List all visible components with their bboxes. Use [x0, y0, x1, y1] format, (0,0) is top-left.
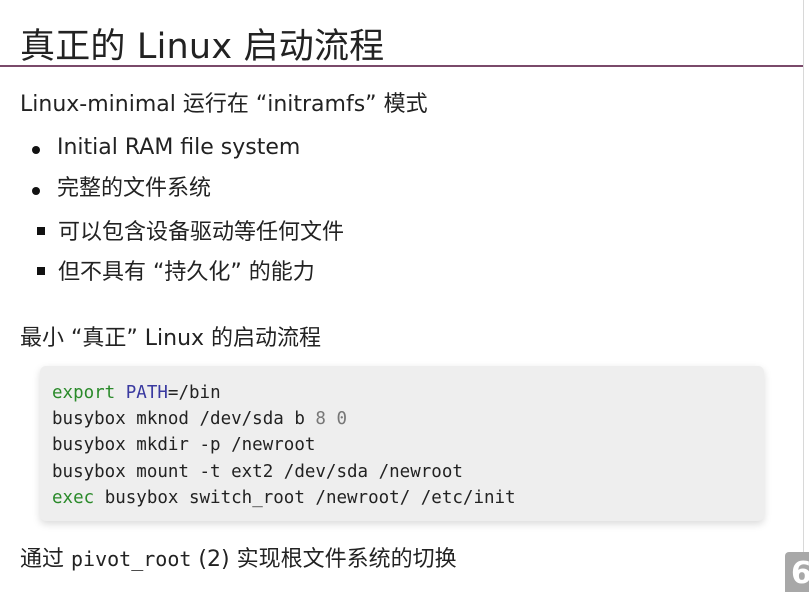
code-text: =/bin: [167, 383, 221, 403]
variable-path: PATH: [125, 383, 168, 403]
code-line: busybox mknod /dev/sda b 8 0: [52, 409, 347, 429]
page-number: 6: [785, 552, 809, 592]
code-block: export PATH=/bin busybox mknod /dev/sda …: [40, 366, 764, 521]
footer-prefix: 通过: [20, 547, 71, 572]
section-heading: 最小 “真正” Linux 的启动流程: [20, 326, 322, 351]
bullet-icon: [32, 146, 40, 154]
code-line: exec busybox switch_root /newroot/ /etc/…: [52, 488, 516, 508]
code-text: busybox mknod /dev/sda b: [52, 409, 316, 430]
slide-title: 真正的 Linux 启动流程: [20, 27, 385, 67]
footer-suffix: (2) 实现根文件系统的切换: [191, 547, 457, 572]
slide-edge: [803, 0, 804, 591]
code-text: busybox switch_root /newroot/ /etc/init: [94, 487, 516, 508]
code-line: busybox mkdir -p /newroot: [52, 435, 316, 456]
footer-text: 通过 pivot_root (2) 实现根文件系统的切换: [20, 541, 457, 573]
bullet-text: Initial RAM file system: [57, 135, 301, 160]
title-divider: [0, 65, 804, 67]
intro-text: Linux-minimal 运行在 “initramfs” 模式: [20, 92, 428, 117]
code-line: busybox mount -t ext2 /dev/sda /newroot: [52, 461, 463, 482]
inline-code: pivot_root: [71, 547, 192, 571]
sub-bullet-text: 可以包含设备驱动等任何文件: [58, 220, 345, 245]
square-bullet-icon: [37, 227, 45, 235]
sub-bullet-text: 但不具有 “持久化” 的能力: [58, 260, 315, 285]
bullet-icon: [32, 187, 40, 195]
code-lines: export PATH=/bin busybox mknod /dev/sda …: [52, 380, 516, 511]
keyword-export: export: [52, 383, 116, 403]
number-literal: 0: [336, 409, 348, 430]
code-line: export PATH=/bin: [52, 383, 221, 403]
number-literal: 8: [315, 409, 326, 430]
bullet-text: 完整的文件系统: [57, 176, 212, 201]
square-bullet-icon: [37, 267, 45, 275]
keyword-exec: exec: [52, 487, 95, 508]
